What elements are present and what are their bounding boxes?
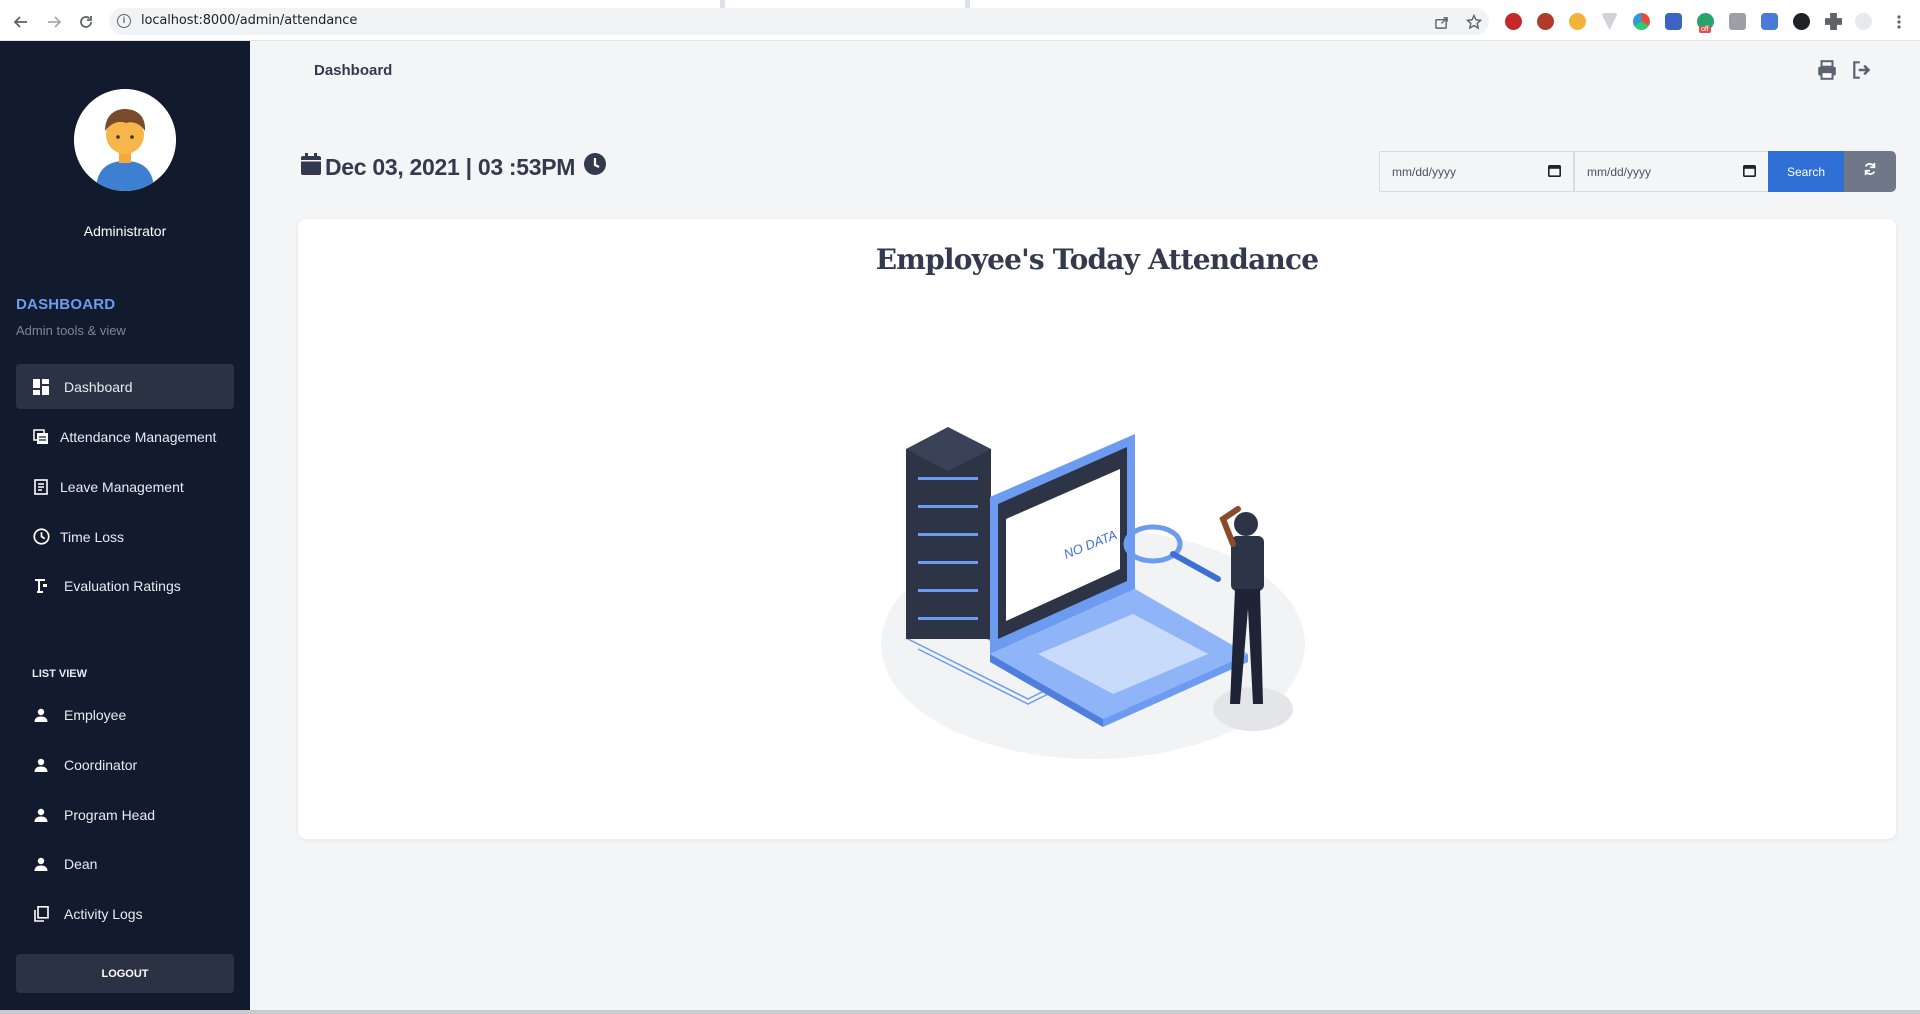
sidebar-item-leave-management[interactable]: Leave Management	[16, 464, 234, 509]
extension-icon[interactable]	[1537, 13, 1554, 30]
sidebar-item-time-loss[interactable]: Time Loss	[16, 514, 234, 559]
extension-icon[interactable]	[1569, 13, 1586, 30]
tab-strip	[0, 0, 1920, 8]
rating-icon	[31, 576, 51, 596]
list-view-heading: LIST VIEW	[32, 668, 87, 680]
clock-icon	[31, 527, 51, 547]
sidebar-item-attendance-management[interactable]: Attendance Management	[16, 414, 234, 459]
sidebar-item-label: Program Head	[64, 806, 156, 823]
sidebar-item-dashboard[interactable]: Dashboard	[16, 364, 234, 409]
copy-icon	[31, 904, 51, 924]
refresh-button[interactable]	[1844, 151, 1896, 192]
sidebar-item-activity-logs[interactable]: Activity Logs	[16, 891, 234, 936]
sidebar: Administrator DASHBOARD Admin tools & vi…	[0, 41, 250, 1010]
no-data-illustration: NO DATA	[881, 427, 1305, 759]
user-avatar-icon	[74, 89, 176, 191]
back-icon[interactable]	[11, 12, 31, 32]
tab-strip-segment	[970, 0, 1920, 8]
adblock-extension-icon[interactable]	[1505, 13, 1522, 30]
calendar-icon[interactable]	[1743, 164, 1756, 180]
kebab-menu-icon[interactable]	[1889, 12, 1909, 32]
info-icon[interactable]: i	[117, 14, 131, 28]
logout-button[interactable]: LOGOUT	[16, 954, 234, 993]
sidebar-item-label: Evaluation Ratings	[64, 577, 181, 594]
share-icon[interactable]	[1431, 12, 1451, 32]
search-button[interactable]: Search	[1768, 151, 1844, 192]
main-content: Dashboard Dec 03, 2021 | 03 :53PM mm/dd/…	[250, 41, 1920, 1010]
sidebar-item-label: Attendance Management	[60, 428, 217, 445]
sidebar-item-program-head[interactable]: Program Head	[16, 792, 234, 837]
sidebar-item-dean[interactable]: Dean	[16, 841, 234, 886]
user-name: Administrator	[83, 223, 167, 239]
bookmark-star-icon[interactable]	[1464, 12, 1484, 32]
url-text[interactable]: localhost:8000/admin/attendance	[141, 13, 357, 28]
date-to-input[interactable]: mm/dd/yyyy	[1574, 151, 1769, 192]
sign-out-icon[interactable]	[1851, 59, 1873, 81]
sidebar-item-coordinator[interactable]: Coordinator	[16, 742, 234, 787]
page-title: Dashboard	[314, 62, 393, 79]
sidebar-item-evaluation-ratings[interactable]: Evaluation Ratings	[16, 563, 234, 608]
sidebar-item-label: Dean	[64, 855, 98, 872]
font-extension-icon[interactable]	[1665, 13, 1682, 30]
sidebar-item-label: Employee	[64, 706, 127, 723]
browser-toolbar: i localhost:8000/admin/attendance off	[0, 0, 1920, 41]
sidebar-item-label: Activity Logs	[64, 905, 143, 922]
current-datetime: Dec 03, 2021 | 03 :53PM	[301, 152, 607, 182]
tab-strip-segment	[725, 0, 965, 8]
sidebar-item-label: Time Loss	[60, 528, 125, 545]
camera-extension-icon[interactable]	[1729, 13, 1746, 30]
attendance-card: Employee's Today Attendance NO DATA	[298, 219, 1896, 839]
translate-extension-icon[interactable]	[1761, 13, 1778, 30]
sidebar-item-label: Dashboard	[64, 378, 133, 395]
vue-extension-icon[interactable]	[1601, 13, 1618, 30]
bottom-scrollbar[interactable]	[0, 1010, 1920, 1014]
dashboard-icon	[31, 377, 51, 397]
print-icon[interactable]	[1816, 59, 1838, 81]
reload-icon[interactable]	[76, 12, 96, 32]
section-title: DASHBOARD	[16, 296, 116, 313]
server-rack-icon	[906, 427, 991, 639]
date-from-placeholder: mm/dd/yyyy	[1392, 164, 1457, 179]
color-extension-icon[interactable]	[1633, 13, 1650, 30]
person-icon	[31, 805, 51, 825]
sidebar-item-label: Coordinator	[64, 756, 138, 773]
sidebar-item-label: Leave Management	[60, 478, 184, 495]
attendance-icon	[31, 427, 51, 447]
leave-icon	[31, 477, 51, 497]
calendar-icon	[301, 153, 321, 181]
person-icon	[31, 755, 51, 775]
puzzle-extensions-icon[interactable]	[1825, 13, 1842, 30]
tab-strip-segment	[0, 0, 720, 8]
extension-badge: off	[1699, 26, 1711, 33]
refresh-icon	[1863, 162, 1877, 181]
section-subtitle: Admin tools & view	[16, 323, 126, 338]
datetime-text: Dec 03, 2021 | 03 :53PM	[325, 153, 576, 180]
calendar-icon[interactable]	[1548, 164, 1561, 180]
date-to-placeholder: mm/dd/yyyy	[1587, 164, 1652, 179]
person-icon	[31, 854, 51, 874]
clock-icon	[583, 152, 607, 182]
forward-icon[interactable]	[44, 12, 64, 32]
card-title: Employee's Today Attendance	[875, 243, 1319, 276]
date-from-input[interactable]: mm/dd/yyyy	[1379, 151, 1574, 192]
profile-avatar-icon[interactable]	[1855, 13, 1872, 30]
person-icon	[31, 705, 51, 725]
eye-extension-icon[interactable]	[1793, 13, 1810, 30]
avatar	[74, 89, 176, 191]
sidebar-item-employee[interactable]: Employee	[16, 692, 234, 737]
